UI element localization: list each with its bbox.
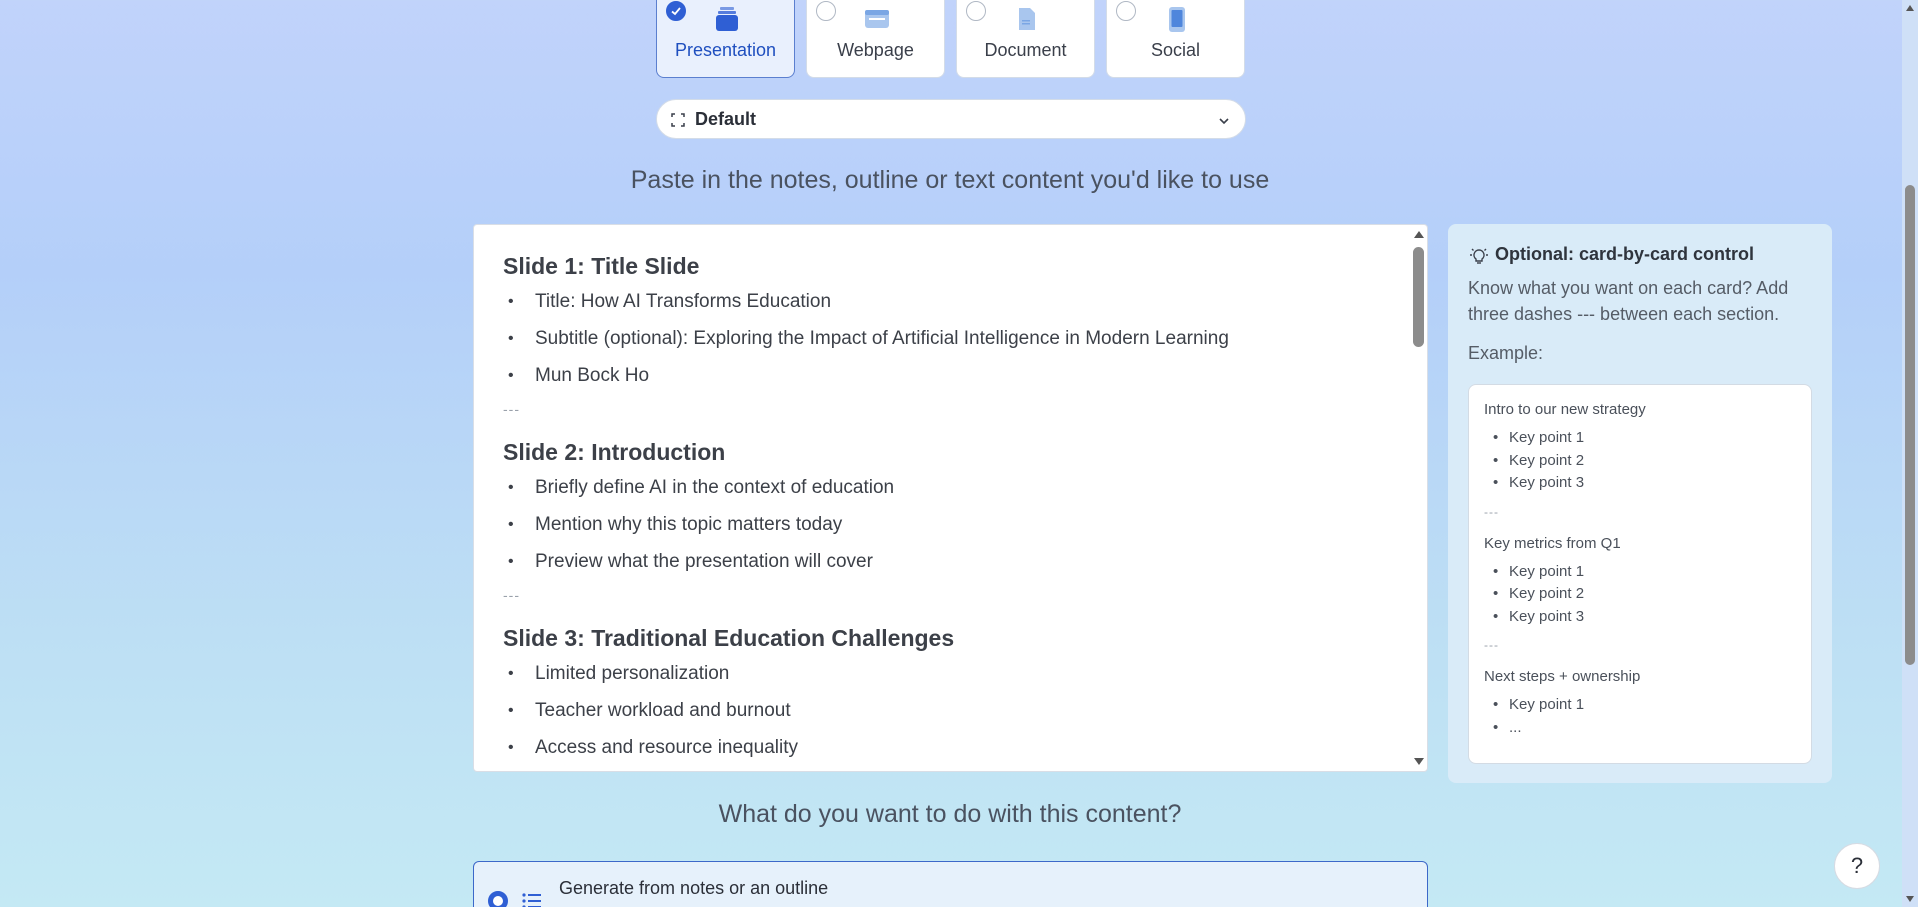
dropdown-selected-value: Default bbox=[695, 109, 757, 129]
aspect-ratio-icon bbox=[671, 113, 685, 127]
action-heading: What do you want to do with this content… bbox=[718, 800, 1182, 828]
content-type-label: Webpage bbox=[837, 40, 914, 60]
list-item: Teacher workload and burnout bbox=[503, 697, 1383, 734]
content-type-presentation[interactable]: Presentation bbox=[656, 0, 795, 78]
list-item: Title: How AI Transforms Education bbox=[503, 288, 1383, 325]
slide-title: Slide 2: Introduction bbox=[503, 439, 726, 465]
content-type-label: Document bbox=[984, 40, 1067, 60]
page-scroll-up-icon[interactable] bbox=[1905, 4, 1915, 12]
presentation-icon bbox=[716, 7, 738, 31]
example-section-title: Intro to our new strategy bbox=[1484, 401, 1646, 418]
bullet-list: Briefly define AI in the context of educ… bbox=[503, 474, 1383, 585]
tip-title: Optional: card-by-card control bbox=[1495, 244, 1755, 264]
example-bullet-list: Key point 1 ... bbox=[1484, 695, 1796, 740]
list-item: Key point 2 bbox=[1484, 451, 1796, 474]
list-item: Access and resource inequality bbox=[503, 734, 1383, 771]
list-item: Key point 3 bbox=[1484, 473, 1796, 496]
mode-option-generate[interactable]: Generate from notes or an outline bbox=[473, 861, 1428, 907]
section-separator: --- bbox=[503, 401, 520, 417]
document-radio[interactable] bbox=[966, 1, 986, 21]
webpage-icon bbox=[865, 10, 889, 28]
content-type-document[interactable]: Document bbox=[956, 0, 1095, 78]
slide-title: Slide 1: Title Slide bbox=[503, 253, 700, 279]
chevron-down-icon bbox=[1219, 118, 1229, 125]
section-separator: --- bbox=[503, 587, 520, 603]
content-type-label: Social bbox=[1150, 40, 1201, 60]
social-icon bbox=[1169, 7, 1185, 32]
tip-description: Know what you want on each card? Add thr… bbox=[1468, 278, 1789, 324]
list-item: Key point 2 bbox=[1484, 584, 1796, 607]
card-size-dropdown[interactable]: Default bbox=[656, 99, 1246, 139]
mode-radio-selected[interactable] bbox=[488, 891, 508, 907]
lightbulb-icon bbox=[1470, 248, 1488, 264]
card-control-tip-panel: Optional: card-by-card control Know what… bbox=[1448, 224, 1832, 783]
list-item: Key point 1 bbox=[1484, 428, 1796, 451]
example-separator: --- bbox=[1484, 504, 1499, 519]
page-scrollbar[interactable] bbox=[1902, 0, 1918, 907]
content-type-webpage[interactable]: Webpage bbox=[806, 0, 945, 78]
scroll-down-arrow-icon[interactable] bbox=[1412, 756, 1426, 768]
editor-scrollbar-thumb[interactable] bbox=[1413, 247, 1424, 347]
list-item: Briefly define AI in the context of educ… bbox=[503, 474, 1383, 511]
scroll-up-arrow-icon[interactable] bbox=[1412, 228, 1426, 240]
example-bullet-list: Key point 1 Key point 2 Key point 3 bbox=[1484, 428, 1796, 496]
list-icon bbox=[522, 893, 541, 907]
slide-title: Slide 3: Traditional Education Challenge… bbox=[503, 625, 955, 651]
list-item: Limited personalization bbox=[503, 660, 1383, 697]
editor-content[interactable]: Slide 1: Title Slide Title: How AI Trans… bbox=[503, 251, 1383, 771]
list-item: Mun Bock Ho bbox=[503, 362, 1383, 399]
presentation-radio-checked[interactable] bbox=[666, 1, 686, 21]
example-section-title: Next steps + ownership bbox=[1484, 668, 1641, 685]
webpage-radio[interactable] bbox=[816, 1, 836, 21]
list-item: Key point 1 bbox=[1484, 695, 1796, 718]
paste-heading: Paste in the notes, outline or text cont… bbox=[630, 166, 1270, 194]
example-label: Example: bbox=[1468, 343, 1544, 363]
content-editor[interactable]: Slide 1: Title Slide Title: How AI Trans… bbox=[473, 224, 1428, 772]
list-item: Key point 1 bbox=[1484, 562, 1796, 585]
page-scrollbar-thumb[interactable] bbox=[1905, 185, 1915, 665]
example-separator: --- bbox=[1484, 638, 1499, 652]
document-icon bbox=[1019, 8, 1035, 30]
list-item: Preview what the presentation will cover bbox=[503, 548, 1383, 585]
example-section-title: Key metrics from Q1 bbox=[1484, 534, 1621, 552]
bullet-list: Title: How AI Transforms Education Subti… bbox=[503, 288, 1383, 399]
list-item: Subtitle (optional): Exploring the Impac… bbox=[503, 325, 1383, 362]
mode-label: Generate from notes or an outline bbox=[559, 878, 829, 898]
list-item: ... bbox=[1484, 718, 1796, 741]
example-bullet-list: Key point 1 Key point 2 Key point 3 bbox=[1484, 562, 1796, 630]
bullet-list: Limited personalization Teacher workload… bbox=[503, 660, 1383, 771]
page-scroll-down-icon[interactable] bbox=[1905, 895, 1915, 903]
content-type-label: Presentation bbox=[674, 40, 777, 60]
help-button[interactable]: ? bbox=[1834, 843, 1880, 889]
list-item: Mention why this topic matters today bbox=[503, 511, 1383, 548]
content-type-social[interactable]: Social bbox=[1106, 0, 1245, 78]
list-item: Key point 3 bbox=[1484, 607, 1796, 630]
social-radio[interactable] bbox=[1116, 1, 1136, 21]
example-box: Intro to our new strategy Key point 1 Ke… bbox=[1468, 384, 1812, 764]
